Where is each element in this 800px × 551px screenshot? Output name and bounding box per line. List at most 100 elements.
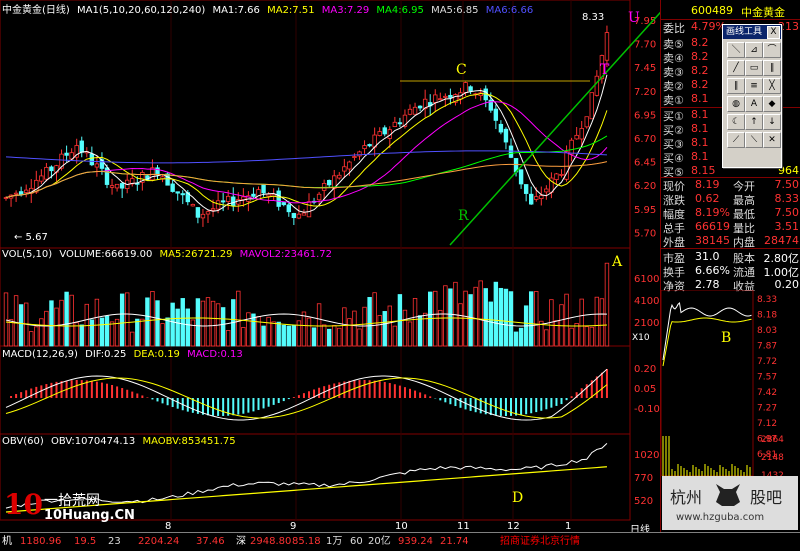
stat-row: 外盘 38145 内盘 28474 — [661, 234, 800, 249]
order-label: 卖① — [663, 94, 684, 107]
ratio-value: 4.79% — [691, 20, 726, 33]
order-price: 8.2 — [691, 50, 709, 63]
draw-tool-button[interactable]: ◆ — [763, 96, 781, 112]
macd-dif: DIF:0.25 — [85, 349, 127, 360]
logo-number: 10 — [4, 488, 43, 521]
close-button[interactable]: X — [767, 26, 780, 39]
volume-bar — [225, 330, 231, 347]
ma4-value: MA4:6.95 — [376, 5, 424, 16]
volume-bar — [89, 319, 95, 347]
volume-bar — [306, 317, 312, 347]
candle-body — [326, 179, 332, 186]
index3-extra-b: 60 — [350, 536, 363, 547]
candle-body — [175, 191, 180, 194]
drawing-tools-title-text: 画线工具 — [726, 27, 763, 37]
volume-bar — [195, 298, 201, 347]
candle-body — [170, 183, 175, 192]
candle-body — [109, 185, 115, 188]
price-chart-svg[interactable]: 8 9 10 11 12 17.957.707.457.206.956.706.456.2… — [0, 0, 660, 532]
candle-body — [165, 173, 170, 186]
drawing-tools-title[interactable]: 画线工具 X — [723, 25, 781, 39]
label-r: R — [458, 208, 469, 224]
candle-body — [301, 212, 307, 216]
volume-bar — [402, 309, 408, 347]
draw-tool-button[interactable]: ≡ — [745, 78, 763, 94]
draw-tool-button[interactable]: A — [745, 96, 763, 112]
volume-bar — [301, 311, 307, 347]
draw-tool-button[interactable]: ＼ — [727, 42, 745, 58]
draw-tool-button[interactable]: ↓ — [763, 114, 781, 130]
macd-header: MACD(12,26,9) DIF:0.25 DEA:0.19 MACD:0.1… — [2, 349, 243, 360]
ma5-value: MA5:6.85 — [431, 5, 479, 16]
volume-bar — [407, 321, 413, 347]
obv-axis-label: 770 — [634, 473, 653, 484]
candle-body — [518, 169, 524, 185]
moving-average-line — [5, 74, 608, 213]
volume-bar — [99, 317, 105, 347]
draw-tool-button[interactable]: ⟍ — [745, 132, 763, 148]
index4-change: 21.74 — [440, 536, 469, 547]
candle-body — [296, 213, 302, 219]
draw-tool-button[interactable]: ✕ — [763, 132, 781, 148]
drawing-tools-panel[interactable]: 画线工具 X ＼ ⊿ ⌒ ╱ ▭ ∥ ∥ ≡ ╳ ◍ A ◆ ☾ ↑ ↓ ⟋ ⟍ ✕ — [722, 24, 782, 168]
candle-body — [357, 151, 362, 157]
candle-body — [64, 152, 69, 156]
draw-tool-button[interactable]: ∥ — [763, 60, 781, 76]
ticker-prefix: 机 — [2, 536, 12, 547]
candle-body — [291, 213, 297, 219]
high-price-mark: 8.33 — [582, 12, 604, 23]
candle-body — [397, 122, 403, 125]
macd-axis-label: 0.05 — [634, 384, 656, 395]
draw-tool-button[interactable]: ⟋ — [727, 132, 745, 148]
candle-body — [544, 188, 549, 193]
draw-tool-button[interactable]: ⌒ — [763, 42, 781, 58]
logo-site-url: 10Huang.CN — [44, 508, 135, 523]
price-axis-label: 5.70 — [634, 228, 656, 239]
divider — [661, 248, 800, 249]
obv-axis-label: 1020 — [634, 450, 659, 461]
volume-bar — [18, 304, 24, 347]
tick-axis-label: 7.27 — [757, 404, 777, 414]
candle-body — [286, 204, 291, 213]
volume-bar — [185, 308, 190, 347]
chart-area[interactable]: 8 9 10 11 12 1 7.95 7.70 7.45 7.20 6.95 6.70 6.45 6.2… — [0, 0, 660, 536]
volume-bar — [79, 324, 84, 347]
volume-bar — [311, 327, 317, 347]
candle-body — [39, 175, 44, 182]
volume-bar — [503, 288, 509, 347]
tick-volume-axis-label: 2148 — [761, 453, 784, 463]
logo-right-text-a: 杭州 — [670, 488, 703, 507]
candle-body — [559, 173, 564, 176]
index3-extra-a: 1万 — [326, 536, 343, 547]
volume-bar — [140, 318, 145, 347]
tick-price-line — [662, 302, 752, 361]
tick-axis-label: 7.87 — [757, 342, 777, 352]
order-price: 8.1 — [691, 108, 709, 121]
order-price: 8.1 — [691, 92, 709, 105]
volume-bar — [367, 297, 372, 347]
draw-tool-button[interactable]: ◍ — [727, 96, 745, 112]
draw-tool-button[interactable]: ╱ — [727, 60, 745, 76]
candle-body — [529, 193, 534, 205]
candle-body — [352, 156, 357, 158]
volume-bar — [316, 303, 322, 347]
macd-axis-label: 0.20 — [634, 364, 656, 375]
volume-bar — [205, 297, 211, 347]
draw-tool-button[interactable]: ☾ — [727, 114, 745, 130]
draw-tool-button[interactable]: ↑ — [745, 114, 763, 130]
volume-bar — [165, 317, 170, 347]
volume-bar — [291, 324, 297, 347]
volume-bar — [599, 298, 605, 347]
draw-tool-button[interactable]: ╳ — [763, 78, 781, 94]
macd-dea: DEA:0.19 — [133, 349, 180, 360]
price-axis-label: 7.70 — [634, 40, 656, 51]
volume-bar — [473, 286, 478, 347]
candle-body — [382, 127, 387, 135]
draw-tool-button[interactable]: ⊿ — [745, 42, 763, 58]
draw-tool-button[interactable]: ▭ — [745, 60, 763, 76]
draw-tool-button[interactable]: ∥ — [727, 78, 745, 94]
candle-body — [589, 92, 594, 120]
tick-chart-svg[interactable]: 8.338.188.037.877.727.577.427.277.126.97… — [661, 290, 800, 476]
index1-value: 1180.96 — [20, 536, 62, 547]
volume-bar — [13, 295, 19, 347]
